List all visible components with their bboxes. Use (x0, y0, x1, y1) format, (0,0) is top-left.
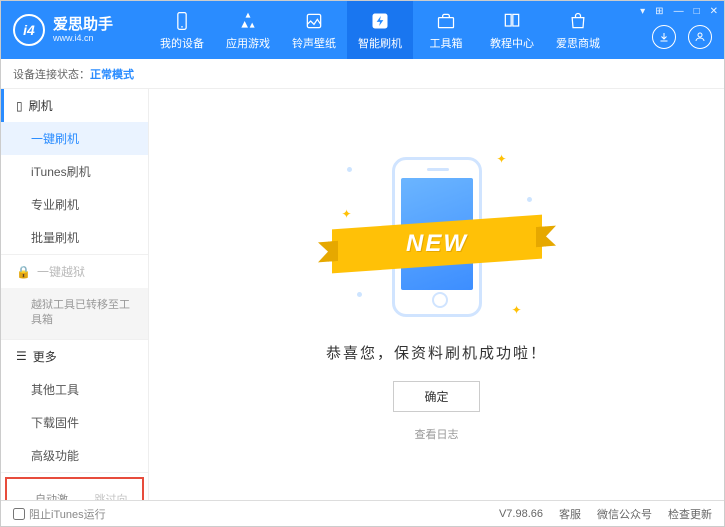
logo: i4 爱思助手 www.i4.cn (1, 14, 149, 46)
success-message: 恭喜您，保资料刷机成功啦！ (326, 342, 547, 363)
wallpaper-icon (303, 10, 325, 32)
nav-ringtone-wallpaper[interactable]: 铃声壁纸 (281, 1, 347, 59)
apps-icon (237, 10, 259, 32)
footer-wechat[interactable]: 微信公众号 (597, 506, 652, 522)
version-label: V7.98.66 (499, 508, 543, 520)
nav-store[interactable]: 爱思商城 (545, 1, 611, 59)
phone-small-icon: ▯ (16, 99, 23, 113)
minimize-button[interactable]: — (674, 6, 684, 17)
phone-icon (171, 10, 193, 32)
sidebar-item-pro-flash[interactable]: 专业刷机 (1, 188, 148, 221)
footer: 阻止iTunes运行 V7.98.66 客服 微信公众号 检查更新 (1, 500, 724, 526)
logo-icon: i4 (13, 14, 45, 46)
footer-check-update[interactable]: 检查更新 (668, 506, 712, 522)
view-log-link[interactable]: 查看日志 (415, 426, 459, 442)
options-box: 自动激活 跳过向导 (5, 477, 144, 500)
sidebar-item-advanced[interactable]: 高级功能 (1, 439, 148, 472)
success-illustration: ✦ ✦ ✦ NEW (337, 147, 537, 327)
grid-icon[interactable]: ⊞ (655, 6, 663, 17)
app-header: i4 爱思助手 www.i4.cn 我的设备 应用游戏 铃声壁纸 智能刷机 工具… (1, 1, 724, 59)
sidebar-section-jailbreak: 🔒 一键越狱 (1, 255, 148, 288)
menu-icon[interactable]: ▾ (640, 6, 645, 17)
logo-title: 爱思助手 (53, 17, 113, 34)
jailbreak-note: 越狱工具已转移至工具箱 (1, 288, 148, 339)
flash-icon (369, 10, 391, 32)
book-icon (501, 10, 523, 32)
status-mode: 正常模式 (90, 66, 134, 82)
nav-apps-games[interactable]: 应用游戏 (215, 1, 281, 59)
footer-support[interactable]: 客服 (559, 506, 581, 522)
nav-toolbox[interactable]: 工具箱 (413, 1, 479, 59)
status-label: 设备连接状态： (13, 66, 90, 82)
sidebar-item-download-firmware[interactable]: 下载固件 (1, 406, 148, 439)
block-itunes-checkbox[interactable]: 阻止iTunes运行 (13, 506, 106, 522)
sidebar-section-flash[interactable]: ▯ 刷机 (1, 89, 148, 122)
status-bar: 设备连接状态： 正常模式 (1, 59, 724, 89)
menu-lines-icon: ☰ (16, 349, 27, 363)
close-button[interactable]: ✕ (710, 6, 718, 17)
ok-button[interactable]: 确定 (393, 381, 479, 412)
sidebar-item-other-tools[interactable]: 其他工具 (1, 373, 148, 406)
sidebar-item-batch-flash[interactable]: 批量刷机 (1, 221, 148, 254)
store-icon (567, 10, 589, 32)
nav-tutorials[interactable]: 教程中心 (479, 1, 545, 59)
sidebar-item-one-click-flash[interactable]: 一键刷机 (1, 122, 148, 155)
skip-guide-checkbox[interactable]: 跳过向导 (79, 491, 131, 500)
lock-icon: 🔒 (16, 265, 31, 279)
nav-smart-flash[interactable]: 智能刷机 (347, 1, 413, 59)
auto-activate-checkbox[interactable]: 自动激活 (19, 491, 71, 500)
logo-subtitle: www.i4.cn (53, 33, 113, 43)
main-content: ✦ ✦ ✦ NEW 恭喜您，保资料刷机成功啦！ 确定 查看日志 (149, 89, 724, 500)
user-button[interactable] (688, 25, 712, 49)
main-nav: 我的设备 应用游戏 铃声壁纸 智能刷机 工具箱 教程中心 爱思商城 (149, 1, 611, 59)
toolbox-icon (435, 10, 457, 32)
sidebar-section-more[interactable]: ☰ 更多 (1, 340, 148, 373)
ribbon-text: NEW (406, 230, 468, 258)
sidebar-item-itunes-flash[interactable]: iTunes刷机 (1, 155, 148, 188)
download-button[interactable] (652, 25, 676, 49)
nav-my-device[interactable]: 我的设备 (149, 1, 215, 59)
sidebar: ▯ 刷机 一键刷机 iTunes刷机 专业刷机 批量刷机 🔒 一键越狱 越狱工具… (1, 89, 149, 500)
window-controls: ▾ ⊞ — □ ✕ (640, 6, 718, 17)
maximize-button[interactable]: □ (694, 6, 700, 17)
